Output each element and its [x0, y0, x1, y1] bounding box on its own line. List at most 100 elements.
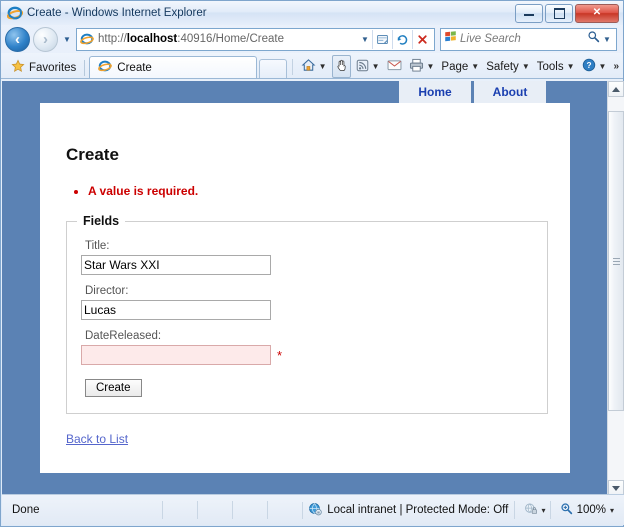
compatibility-view-icon[interactable]	[372, 29, 392, 49]
help-question-icon: ?	[582, 58, 596, 75]
search-input[interactable]: Live Search	[460, 33, 587, 45]
safety-menu-label: Safety	[486, 60, 519, 73]
help-dropdown-icon[interactable]: ▼	[599, 62, 607, 71]
scrollbar-thumb[interactable]	[608, 111, 624, 411]
page-vertical-scrollbar[interactable]	[607, 81, 624, 496]
privacy-dropdown-icon[interactable]: ▾	[542, 506, 546, 515]
required-asterisk: *	[277, 347, 283, 363]
feeds-button[interactable]: ▼	[354, 57, 382, 76]
page-viewport: Home About Create A value is required. F…	[2, 81, 624, 496]
window-controls: ✕	[515, 3, 619, 23]
browser-tab-create[interactable]: Create	[89, 56, 258, 78]
command-divider	[291, 58, 293, 75]
search-magnifier-icon[interactable]	[587, 30, 600, 48]
tab-favicon-icon	[98, 59, 113, 76]
tab-title: Create	[117, 61, 152, 74]
forward-button[interactable]: ›	[33, 26, 58, 52]
scrollbar-grip-icon	[612, 256, 620, 267]
title-field-label: Title:	[85, 240, 110, 252]
command-bar: ▼ ▼ ▼ Page ▼ Safety ▼ Tools ▼ ? ▼ »	[289, 55, 623, 78]
hand-icon	[335, 58, 348, 75]
privacy-lock-icon	[524, 502, 538, 519]
favorites-button[interactable]: Favorites	[9, 57, 84, 78]
nav-link-about[interactable]: About	[474, 81, 546, 103]
minimize-button[interactable]	[515, 3, 543, 23]
address-dropdown-icon[interactable]: ▼	[358, 35, 372, 44]
safety-dropdown-icon[interactable]: ▼	[522, 62, 530, 71]
tools-dropdown-icon[interactable]: ▼	[567, 62, 575, 71]
web-page: Home About Create A value is required. F…	[2, 81, 608, 496]
caret-browsing-button[interactable]	[331, 55, 351, 78]
help-menu-button[interactable]: ? ▼	[580, 57, 609, 76]
director-field-label: Director:	[85, 285, 129, 297]
datereleased-field-label: DateReleased:	[85, 330, 162, 342]
safety-menu-button[interactable]: Safety ▼	[484, 57, 532, 76]
stop-icon[interactable]	[412, 29, 432, 49]
svg-text:?: ?	[586, 60, 591, 70]
nav-link-home-label: Home	[418, 85, 452, 99]
print-button[interactable]: ▼	[407, 57, 437, 76]
director-field-row	[81, 300, 533, 320]
command-overflow-button[interactable]: »	[613, 61, 619, 72]
page-menu-label: Page	[441, 60, 469, 73]
datereleased-input[interactable]	[81, 345, 271, 365]
star-icon	[11, 59, 25, 76]
home-button[interactable]: ▼	[299, 57, 329, 76]
page-title: Create	[66, 145, 119, 164]
scroll-up-button[interactable]	[608, 81, 624, 97]
title-bar: Create - Windows Internet Explorer ✕	[1, 1, 623, 25]
back-button[interactable]: ‹	[5, 26, 30, 52]
datereleased-field-row: *	[81, 345, 533, 365]
zoom-dropdown-icon[interactable]: ▾	[610, 506, 614, 515]
title-input[interactable]	[81, 255, 271, 275]
page-content-card: Create A value is required. Fields Title…	[40, 103, 570, 473]
validation-summary: A value is required.	[66, 183, 570, 199]
new-tab-button[interactable]	[259, 59, 288, 78]
create-form-fieldset: Fields Title: Director: DateReleased: *	[66, 214, 548, 414]
nav-link-home[interactable]: Home	[399, 81, 471, 103]
fieldset-legend: Fields	[77, 214, 126, 228]
tools-menu-label: Tools	[536, 60, 564, 73]
tab-and-command-bar: Favorites Create ▼ ▼ ▼ Page ▼ Safety ▼ T…	[1, 53, 623, 79]
close-button[interactable]: ✕	[575, 3, 619, 23]
read-mail-button[interactable]	[385, 57, 404, 76]
page-dropdown-icon[interactable]: ▼	[471, 62, 479, 71]
page-favicon-icon	[80, 32, 94, 46]
page-menu-button[interactable]: Page ▼	[439, 57, 481, 76]
tools-menu-button[interactable]: Tools ▼	[535, 57, 577, 76]
privacy-report-button[interactable]: ▾	[513, 501, 546, 519]
zoom-magnifier-icon	[560, 502, 573, 518]
director-input[interactable]	[81, 300, 271, 320]
validation-error-list: A value is required.	[66, 183, 570, 199]
ie-browser-window: Create - Windows Internet Explorer ✕ ‹ ›…	[0, 0, 624, 527]
search-box[interactable]: Live Search ▼	[440, 27, 617, 51]
back-to-list-link[interactable]: Back to List	[66, 432, 128, 446]
toolbar-divider	[84, 60, 86, 76]
print-dropdown-icon[interactable]: ▼	[427, 62, 435, 71]
nav-link-about-label: About	[492, 85, 528, 99]
feeds-dropdown-icon[interactable]: ▼	[372, 62, 380, 71]
search-dropdown-icon[interactable]: ▼	[600, 35, 614, 44]
zoom-control[interactable]: 100% ▾	[549, 501, 614, 519]
site-header-band: Home About	[2, 81, 608, 103]
mail-icon	[387, 59, 402, 74]
internet-zone-icon	[308, 502, 322, 519]
title-field-row	[81, 255, 533, 275]
validation-error-item: A value is required.	[88, 183, 570, 199]
printer-icon	[409, 58, 424, 75]
security-zone-indicator[interactable]: Local intranet | Protected Mode: Off	[302, 501, 514, 519]
favorites-label: Favorites	[29, 61, 77, 74]
maximize-button[interactable]	[545, 3, 573, 23]
home-icon	[301, 58, 316, 76]
address-bar[interactable]: http://localhost:40916/Home/Create ▼	[76, 27, 435, 51]
home-dropdown-icon[interactable]: ▼	[319, 62, 327, 71]
status-text: Done	[12, 504, 40, 516]
address-url-text: http://localhost:40916/Home/Create	[98, 33, 285, 45]
window-title: Create - Windows Internet Explorer	[27, 7, 207, 19]
refresh-icon[interactable]	[392, 29, 412, 49]
recent-pages-dropdown[interactable]: ▼	[61, 35, 73, 44]
status-segments	[162, 501, 302, 519]
rss-feed-icon	[356, 59, 369, 75]
create-submit-button[interactable]: Create	[85, 379, 142, 397]
internet-explorer-icon	[7, 5, 23, 21]
